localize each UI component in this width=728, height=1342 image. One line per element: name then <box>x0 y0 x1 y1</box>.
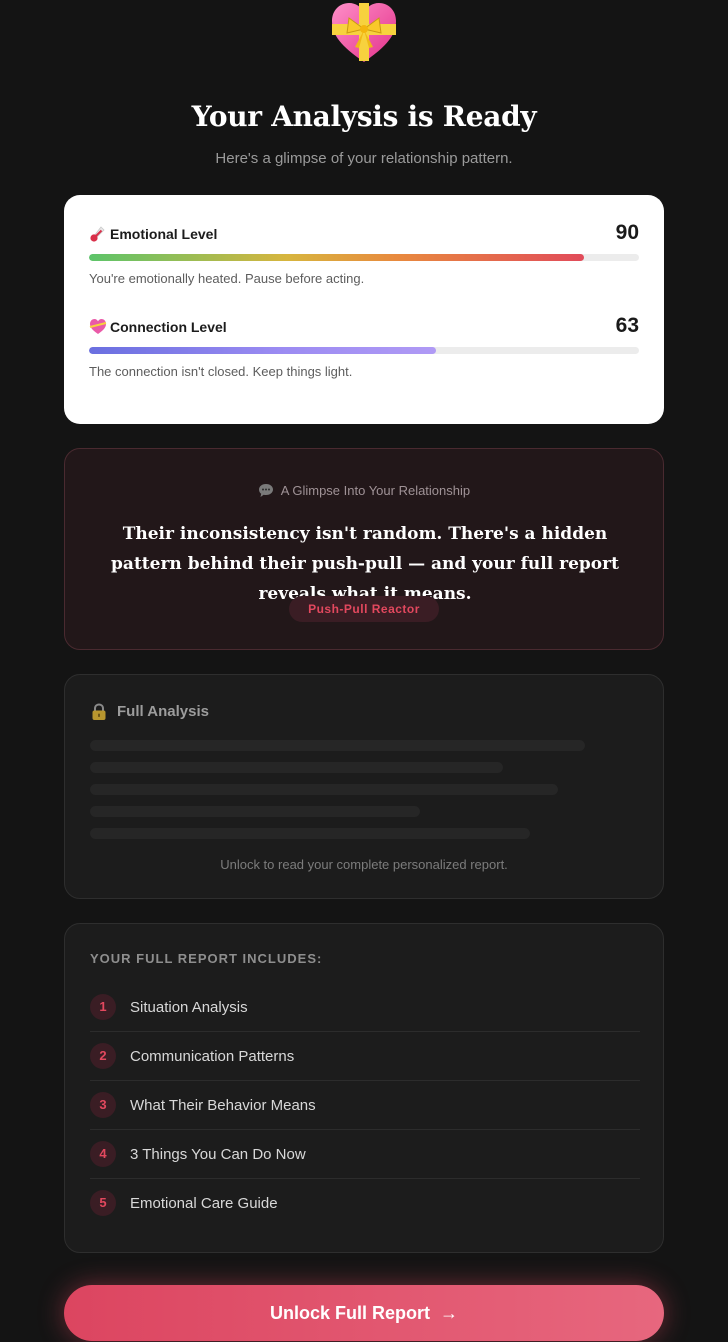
list-item-label: Communication Patterns <box>130 1048 295 1065</box>
number-badge: 3 <box>90 1092 116 1118</box>
connection-level-bar <box>89 347 639 354</box>
glimpse-card: A Glimpse Into Your Relationship Their i… <box>64 448 664 650</box>
emotional-level-fill <box>89 254 584 261</box>
locked-analysis-title: Full Analysis <box>117 703 209 720</box>
list-item-label: Situation Analysis <box>130 999 248 1016</box>
list-item: 4 3 Things You Can Do Now <box>90 1130 640 1179</box>
emotional-level-description: You're emotionally heated. Pause before … <box>89 271 365 286</box>
meters-card: Emotional Level 90 You're emotionally he… <box>64 195 664 424</box>
glimpse-heading: A Glimpse Into Your Relationship <box>65 483 663 498</box>
page-title: Your Analysis is Ready <box>191 100 537 133</box>
number-badge: 5 <box>90 1190 116 1216</box>
number-badge: 4 <box>90 1141 116 1167</box>
connection-level-fill <box>89 347 436 354</box>
connection-level-value: 63 <box>615 314 639 337</box>
unlock-button-label: Unlock Full Report <box>269 1302 430 1323</box>
list-item: 2 Communication Patterns <box>90 1032 640 1081</box>
connection-level-label: Connection Level <box>110 319 227 335</box>
skeleton-line <box>90 806 420 817</box>
emotional-level-value: 90 <box>615 221 639 244</box>
emotional-level-label: Emotional Level <box>110 226 218 242</box>
connection-level-description: The connection isn't closed. Keep things… <box>89 364 353 379</box>
report-includes-card: YOUR FULL REPORT INCLUDES: 1 Situation A… <box>64 923 664 1253</box>
emotional-level-meter: Emotional Level 90 You're emotionally he… <box>89 221 639 286</box>
list-item: 5 Emotional Care Guide <box>90 1179 640 1228</box>
skeleton-line <box>90 740 585 751</box>
list-item: 1 Situation Analysis <box>90 983 640 1032</box>
list-item-label: Emotional Care Guide <box>130 1195 278 1212</box>
heart-with-ribbon-icon <box>332 3 396 62</box>
number-badge: 2 <box>90 1043 116 1069</box>
skeleton-line <box>90 828 530 839</box>
emotional-level-bar <box>89 254 639 261</box>
analysis-result-page: Your Analysis is Ready Here's a glimpse … <box>0 0 728 1342</box>
list-item: 3 What Their Behavior Means <box>90 1081 640 1130</box>
report-includes-heading: YOUR FULL REPORT INCLUDES: <box>90 951 323 966</box>
locked-analysis-card: Full Analysis Unlock to read your comple… <box>64 674 664 899</box>
thermometer-icon <box>90 226 105 242</box>
lock-icon <box>92 703 106 720</box>
speech-bubble-icon <box>258 484 273 497</box>
number-badge: 1 <box>90 994 116 1020</box>
skeleton-line <box>90 762 503 773</box>
page-subtitle: Here's a glimpse of your relationship pa… <box>215 150 513 167</box>
locked-analysis-note: Unlock to read your complete personalize… <box>220 857 508 872</box>
arrow-right-icon: → <box>440 1302 458 1323</box>
skeleton-line <box>90 784 558 795</box>
heart-icon <box>89 319 107 334</box>
unlock-full-report-button[interactable]: Unlock Full Report → <box>64 1285 664 1341</box>
connection-level-meter: Connection Level 63 The connection isn't… <box>89 314 639 379</box>
list-item-label: 3 Things You Can Do Now <box>130 1146 306 1163</box>
archetype-badge: Push-Pull Reactor <box>289 596 439 622</box>
glimpse-heading-text: A Glimpse Into Your Relationship <box>280 483 471 498</box>
list-item-label: What Their Behavior Means <box>130 1097 316 1114</box>
